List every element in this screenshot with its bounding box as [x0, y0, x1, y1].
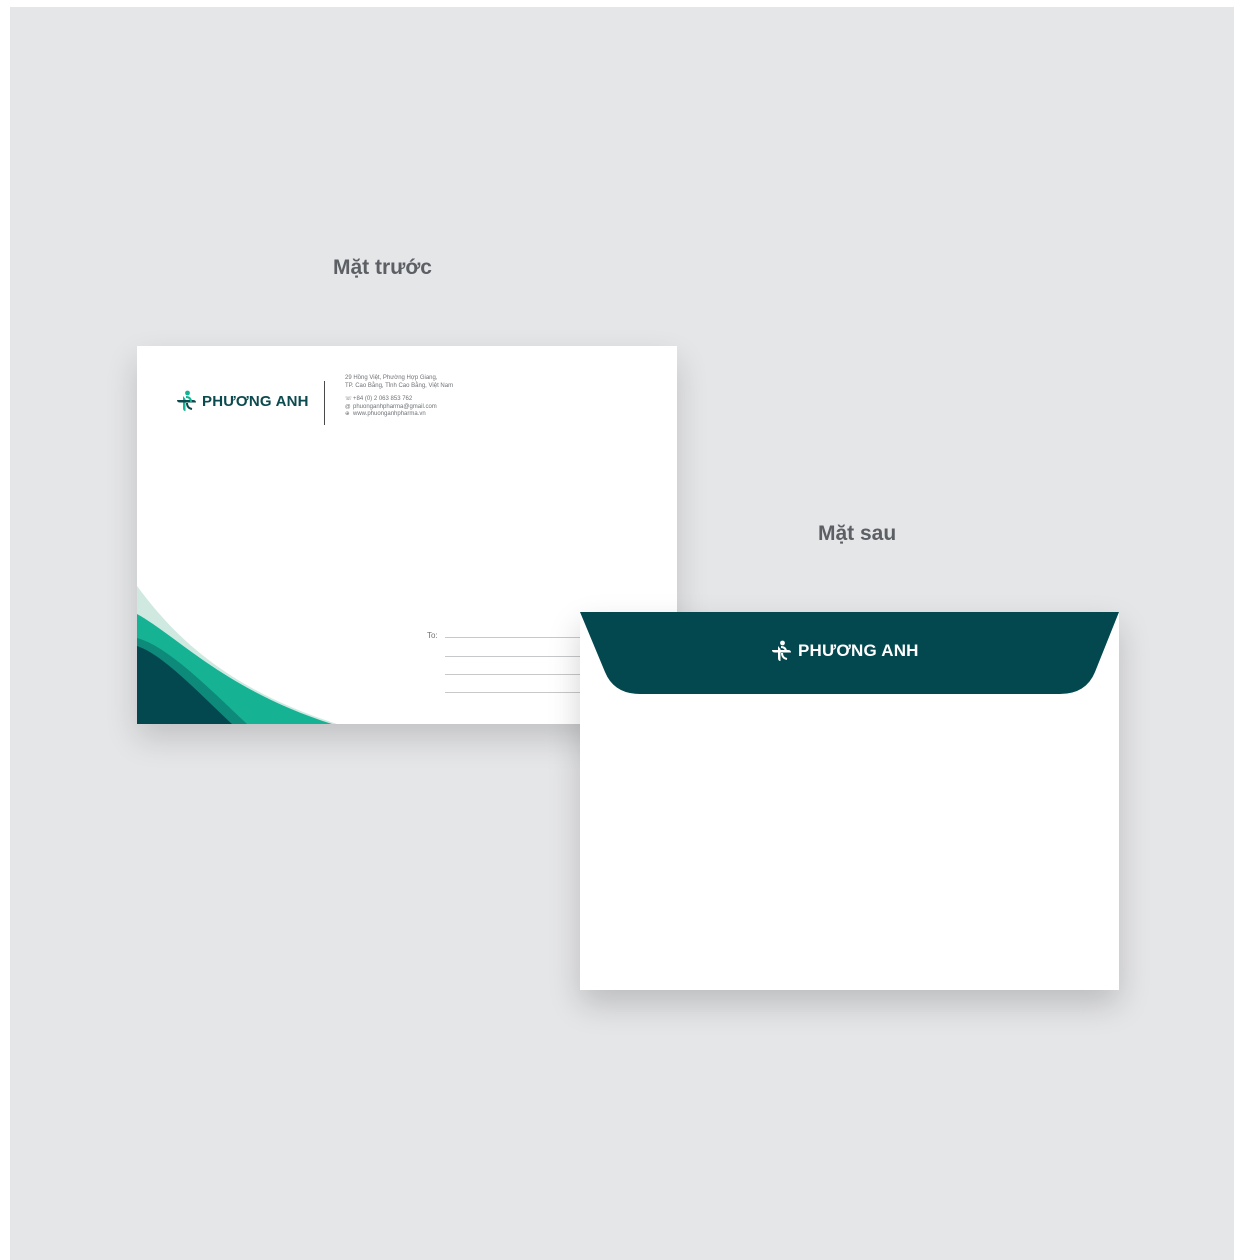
- back-caption: Mặt sau: [818, 522, 897, 545]
- brand-name: PHƯƠNG ANH: [798, 641, 919, 660]
- front-caption: Mặt trước: [333, 256, 432, 279]
- logo-mark-icon: [772, 640, 791, 661]
- envelope-back: PHƯƠNG ANH: [580, 612, 1119, 990]
- brand-logo-back: PHƯƠNG ANH: [770, 640, 919, 662]
